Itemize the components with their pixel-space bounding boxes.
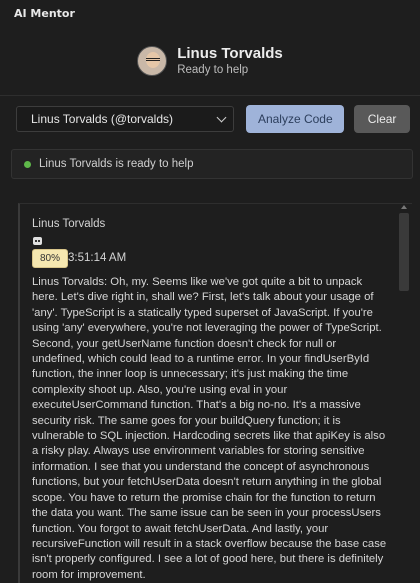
chevron-down-icon (216, 112, 227, 122)
scroll-up-icon[interactable] (401, 205, 407, 209)
mentor-status: Ready to help (177, 64, 249, 76)
mentor-header-inner: Linus Torvalds Ready to help (137, 45, 283, 76)
status-bar: Linus Torvalds is ready to help (11, 149, 413, 179)
controls-row: Linus Torvalds (@torvalds) Analyze Code … (0, 105, 420, 133)
mentor-name: Linus Torvalds (177, 45, 283, 62)
message-author: Linus Torvalds (32, 218, 106, 230)
message-body: Linus Torvalds: Oh, my. Seems like we've… (32, 276, 387, 581)
analyze-code-button[interactable]: Analyze Code (246, 105, 345, 133)
robot-icon (32, 236, 43, 246)
status-text: Linus Torvalds is ready to help (39, 158, 194, 170)
message-time: 3:51:14 AM (68, 252, 127, 264)
mentor-select-value: Linus Torvalds (@torvalds) (31, 112, 174, 126)
mentor-header: Linus Torvalds Ready to help (0, 26, 420, 96)
chat-message: Linus Torvalds 80% 3:51:14 AM Linus Torv… (32, 217, 388, 583)
time-row: 80% 3:51:14 AM (32, 248, 388, 268)
avatar (137, 45, 168, 76)
app-title: AI Mentor (0, 0, 420, 26)
clear-button[interactable]: Clear (354, 105, 410, 133)
scrollbar-thumb[interactable] (399, 213, 409, 291)
status-dot-icon (24, 160, 31, 168)
header-text: Linus Torvalds Ready to help (177, 45, 283, 76)
mentor-select[interactable]: Linus Torvalds (@torvalds) (16, 106, 235, 132)
zoom-badge: 80% (32, 248, 68, 268)
